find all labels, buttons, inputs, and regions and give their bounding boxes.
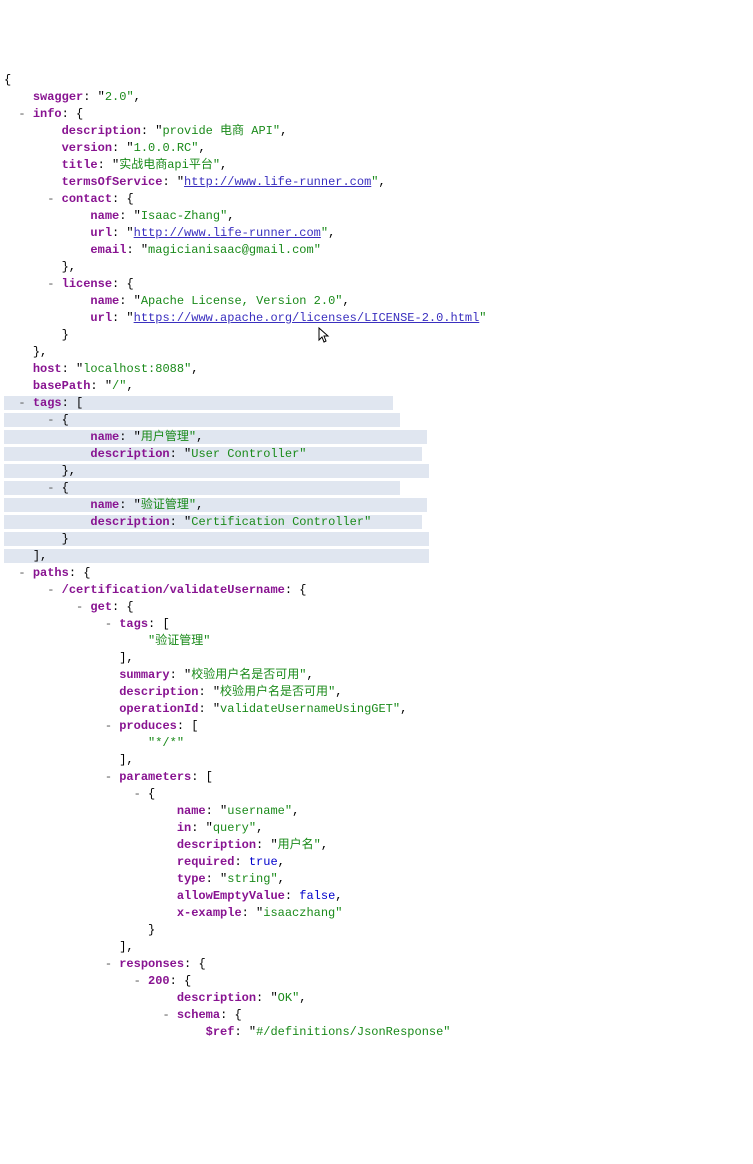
val-description: provide 电商 API: [162, 124, 272, 138]
key-param-desc: description: [177, 838, 256, 852]
toggle-tag0[interactable]: -: [47, 413, 54, 427]
val-param-type: string: [227, 872, 270, 886]
key-summary: summary: [119, 668, 169, 682]
toggle-responses[interactable]: -: [105, 957, 112, 971]
val-get-desc: 校验用户名是否可用: [220, 685, 328, 699]
json-viewer: { swagger: "2.0", - info: { description:…: [4, 72, 749, 1041]
val-param-xexample: isaaczhang: [263, 906, 335, 920]
key-license: license: [62, 277, 112, 291]
key-get-desc: description: [119, 685, 198, 699]
val-param-in: query: [213, 821, 249, 835]
val-operationId: validateUsernameUsingGET: [220, 702, 393, 716]
key-contact-url: url: [90, 226, 112, 240]
key-paths: paths: [33, 566, 69, 580]
val-param-required: true: [249, 855, 278, 869]
val-tag1-desc: Certification Controller: [191, 515, 364, 529]
toggle-schema[interactable]: -: [162, 1008, 169, 1022]
val-host: localhost:8088: [83, 362, 184, 376]
toggle-tag1[interactable]: -: [47, 481, 54, 495]
key-responses: responses: [119, 957, 184, 971]
key-path0: /certification/validateUsername: [62, 583, 285, 597]
key-200: 200: [148, 974, 170, 988]
toggle-parameters[interactable]: -: [105, 770, 112, 784]
toggle-200[interactable]: -: [134, 974, 141, 988]
key-ref: $ref: [206, 1025, 235, 1039]
key-param-required: required: [177, 855, 235, 869]
key-200-desc: description: [177, 991, 256, 1005]
val-summary: 校验用户名是否可用: [191, 668, 299, 682]
key-param-type: type: [177, 872, 206, 886]
key-host: host: [33, 362, 62, 376]
link-license-url[interactable]: https://www.apache.org/licenses/LICENSE-…: [134, 311, 480, 325]
key-schema: schema: [177, 1008, 220, 1022]
key-tags: tags: [33, 396, 62, 410]
key-contact-email: email: [90, 243, 126, 257]
val-tag1-name: 验证管理: [141, 498, 189, 512]
key-license-name: name: [90, 294, 119, 308]
val-get-tags0: 验证管理: [155, 634, 203, 648]
link-termsOfService[interactable]: http://www.life-runner.com: [184, 175, 371, 189]
val-param-desc: 用户名: [278, 838, 314, 852]
key-param-name: name: [177, 804, 206, 818]
key-description: description: [62, 124, 141, 138]
key-swagger: swagger: [33, 90, 83, 104]
key-param-in: in: [177, 821, 191, 835]
key-get-tags: tags: [119, 617, 148, 631]
toggle-paths[interactable]: -: [18, 566, 25, 580]
key-version: version: [62, 141, 112, 155]
key-license-url: url: [90, 311, 112, 325]
key-info: info: [33, 107, 62, 121]
key-tag0-name: name: [90, 430, 119, 444]
key-title: title: [62, 158, 98, 172]
key-tag1-name: name: [90, 498, 119, 512]
val-200-desc: OK: [278, 991, 292, 1005]
toggle-path0[interactable]: -: [47, 583, 54, 597]
key-contact: contact: [62, 192, 112, 206]
val-param-allowEmpty: false: [299, 889, 335, 903]
key-tag0-desc: description: [90, 447, 169, 461]
key-operationId: operationId: [119, 702, 198, 716]
highlight-tags: - tags: [ - { name: "用户管理", description:…: [4, 396, 429, 563]
val-contact-name: Isaac-Zhang: [141, 209, 220, 223]
key-basePath: basePath: [33, 379, 91, 393]
val-produces0: */*: [155, 736, 177, 750]
key-produces: produces: [119, 719, 177, 733]
val-ref: #/definitions/JsonResponse: [256, 1025, 443, 1039]
val-tag0-name: 用户管理: [141, 430, 189, 444]
key-param-xexample: x-example: [177, 906, 242, 920]
key-contact-name: name: [90, 209, 119, 223]
toggle-contact[interactable]: -: [47, 192, 54, 206]
val-contact-email: magicianisaac@gmail.com: [148, 243, 314, 257]
val-license-name: Apache License, Version 2.0: [141, 294, 335, 308]
toggle-get[interactable]: -: [76, 600, 83, 614]
toggle-produces[interactable]: -: [105, 719, 112, 733]
toggle-info[interactable]: -: [18, 107, 25, 121]
toggle-tags[interactable]: -: [18, 396, 25, 410]
key-parameters: parameters: [119, 770, 191, 784]
link-contact-url[interactable]: http://www.life-runner.com: [134, 226, 321, 240]
val-param-name: username: [227, 804, 285, 818]
toggle-license[interactable]: -: [47, 277, 54, 291]
val-tag0-desc: User Controller: [191, 447, 299, 461]
toggle-param0[interactable]: -: [134, 787, 141, 801]
key-tag1-desc: description: [90, 515, 169, 529]
val-title: 实战电商api平台: [119, 158, 213, 172]
key-param-allowEmpty: allowEmptyValue: [177, 889, 285, 903]
key-get: get: [90, 600, 112, 614]
toggle-get-tags[interactable]: -: [105, 617, 112, 631]
key-termsOfService: termsOfService: [62, 175, 163, 189]
val-version: 1.0.0.RC: [134, 141, 192, 155]
val-swagger: 2.0: [105, 90, 127, 104]
